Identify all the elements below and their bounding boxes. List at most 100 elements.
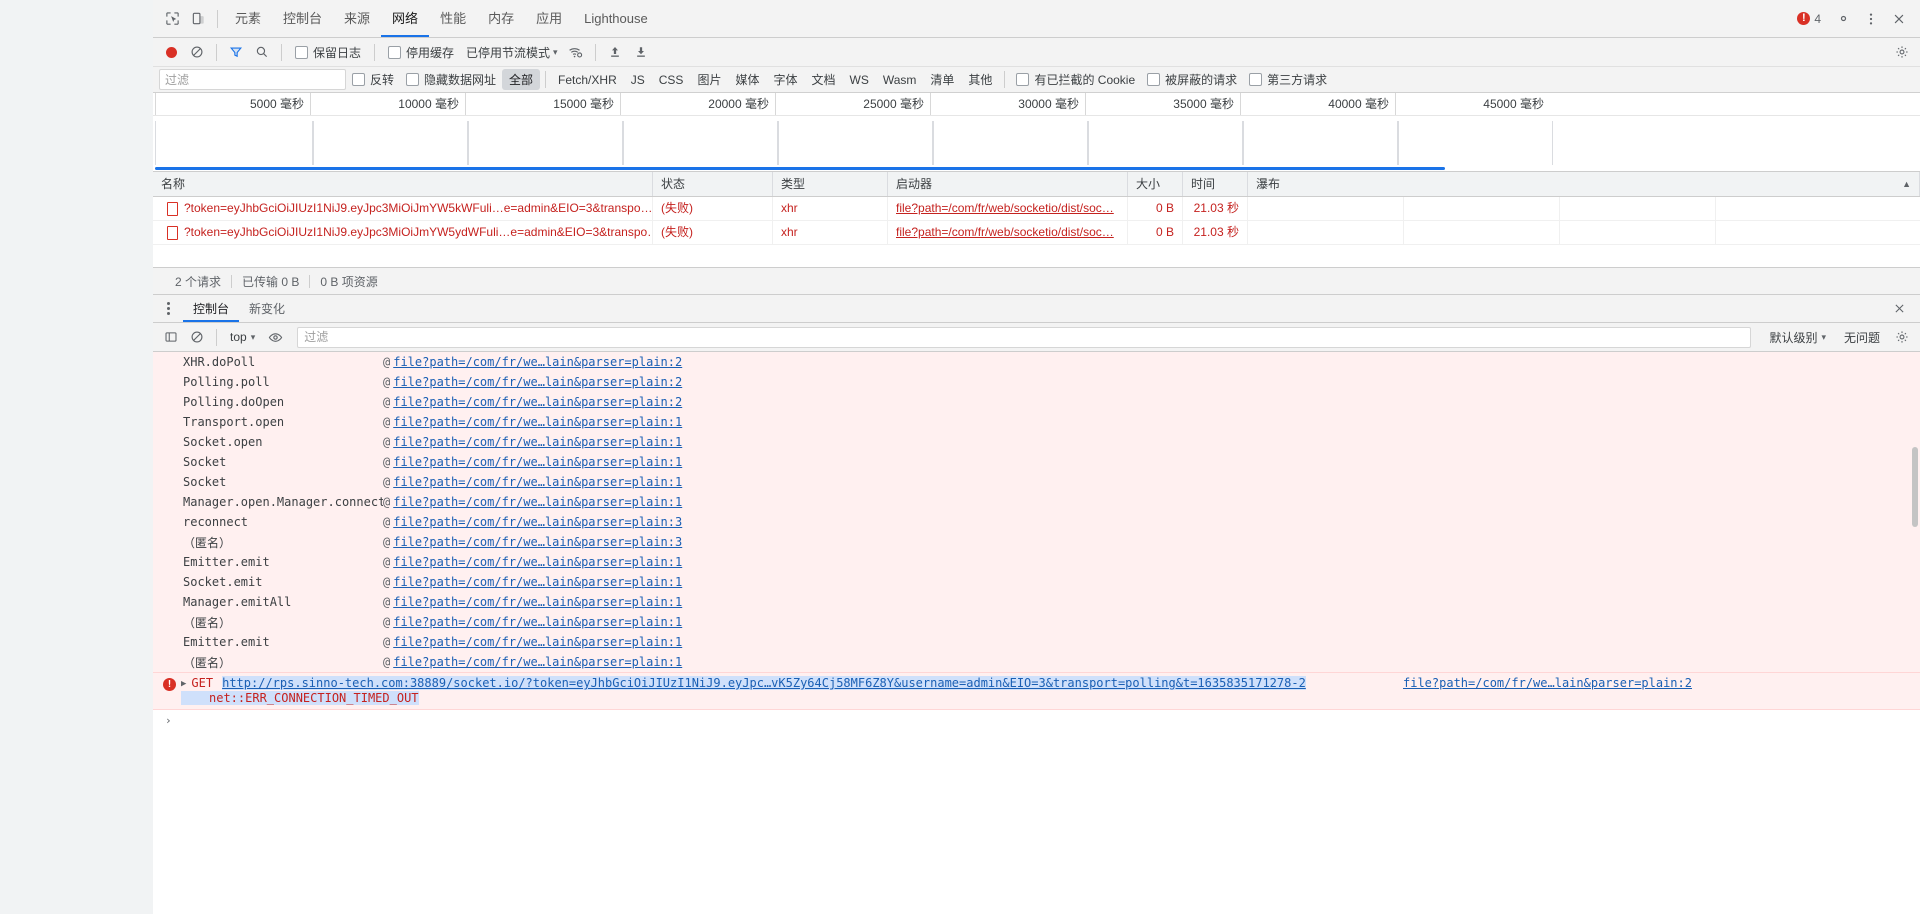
table-row[interactable]: ?token=eyJhbGciOiJIUzI1NiJ9.eyJpc3MiOiJm… xyxy=(153,221,1920,245)
console-level-select[interactable]: 默认级别 ▾ xyxy=(1761,327,1834,348)
cell-initiator[interactable]: file?path=/com/fr/web/socketio/dist/soc… xyxy=(888,221,1128,244)
drawer-tab-console[interactable]: 控制台 xyxy=(183,296,240,322)
console-sidebar-toggle-icon[interactable] xyxy=(159,326,183,348)
clear-button[interactable] xyxy=(185,41,209,63)
disable-cache-checkbox[interactable]: 停用缓存 xyxy=(382,44,460,61)
column-header-type[interactable]: 类型 xyxy=(773,172,888,196)
error-count-badge[interactable]: ! 4 xyxy=(1793,10,1828,28)
console-settings-gear-icon[interactable] xyxy=(1890,326,1914,348)
stack-frame-link[interactable]: file?path=/com/fr/we…lain&parser=plain:1 xyxy=(393,635,682,649)
filter-type-font[interactable]: 字体 xyxy=(766,69,804,90)
blocked-cookies-checkbox[interactable]: 有已拦截的 Cookie xyxy=(1010,71,1141,88)
stack-frame-link[interactable]: file?path=/com/fr/we…lain&parser=plain:1 xyxy=(393,595,682,609)
sort-ascending-icon: ▲ xyxy=(1902,179,1911,189)
tab-lighthouse[interactable]: Lighthouse xyxy=(573,1,659,37)
tab-sources[interactable]: 来源 xyxy=(333,1,381,37)
column-header-name[interactable]: 名称 xyxy=(153,172,653,196)
stack-frame-link[interactable]: file?path=/com/fr/we…lain&parser=plain:2 xyxy=(393,375,682,389)
stack-frame-link[interactable]: file?path=/com/fr/we…lain&parser=plain:1 xyxy=(393,575,682,589)
column-header-time[interactable]: 时间 xyxy=(1183,172,1248,196)
stack-frame-at: @ xyxy=(383,375,391,389)
tab-network[interactable]: 网络 xyxy=(381,1,430,37)
blocked-requests-checkbox[interactable]: 被屏蔽的请求 xyxy=(1141,71,1243,88)
tab-console[interactable]: 控制台 xyxy=(272,1,333,37)
tab-memory[interactable]: 内存 xyxy=(477,1,525,37)
console-filter-input[interactable] xyxy=(297,326,1752,348)
filter-toggle-button[interactable] xyxy=(224,41,248,63)
invert-checkbox[interactable]: 反转 xyxy=(346,71,400,88)
console-context-select[interactable]: top ▾ xyxy=(224,328,261,346)
stack-frame-link[interactable]: file?path=/com/fr/we…lain&parser=plain:1 xyxy=(393,455,682,469)
filter-type-js[interactable]: JS xyxy=(624,71,652,89)
overview-band[interactable] xyxy=(155,115,1920,171)
gear-icon[interactable] xyxy=(1830,6,1856,32)
console-message-list[interactable]: XHR.doPoll @ file?path=/com/fr/we…lain&p… xyxy=(153,352,1920,914)
stack-frame-link[interactable]: file?path=/com/fr/we…lain&parser=plain:1 xyxy=(393,655,682,669)
cell-type: xhr xyxy=(773,197,888,220)
stack-frame-link[interactable]: file?path=/com/fr/we…lain&parser=plain:2 xyxy=(393,395,682,409)
stack-frame-link[interactable]: file?path=/com/fr/we…lain&parser=plain:1 xyxy=(393,475,682,489)
hide-data-urls-checkbox[interactable]: 隐藏数据网址 xyxy=(400,71,502,88)
stack-frame-link[interactable]: file?path=/com/fr/we…lain&parser=plain:1 xyxy=(393,415,682,429)
search-icon[interactable] xyxy=(250,41,274,63)
network-settings-gear-icon[interactable] xyxy=(1890,41,1914,63)
console-clear-icon[interactable] xyxy=(185,326,209,348)
console-scrollbar-thumb[interactable] xyxy=(1912,447,1918,527)
device-toolbar-icon[interactable] xyxy=(185,6,211,32)
stack-frame-link[interactable]: file?path=/com/fr/we…lain&parser=plain:3 xyxy=(393,535,682,549)
console-scrollbar[interactable] xyxy=(1911,352,1919,914)
network-overview[interactable]: 5000 毫秒 10000 毫秒 15000 毫秒 20000 毫秒 25000… xyxy=(153,93,1920,172)
column-header-waterfall[interactable]: 瀑布 ▲ xyxy=(1248,172,1920,196)
cell-name[interactable]: ?token=eyJhbGciOiJIUzI1NiJ9.eyJpc3MiOiJm… xyxy=(153,221,653,244)
stack-frame-link[interactable]: file?path=/com/fr/we…lain&parser=plain:1 xyxy=(393,495,682,509)
column-header-size[interactable]: 大小 xyxy=(1128,172,1183,196)
console-prompt[interactable]: › xyxy=(153,710,1920,730)
preserve-log-checkbox[interactable]: 保留日志 xyxy=(289,44,367,61)
stack-frame-link[interactable]: file?path=/com/fr/we…lain&parser=plain:1 xyxy=(393,615,682,629)
filter-type-media[interactable]: 媒体 xyxy=(728,69,766,90)
stack-frame-link[interactable]: file?path=/com/fr/we…lain&parser=plain:1 xyxy=(393,435,682,449)
record-button[interactable] xyxy=(159,41,183,63)
error-url[interactable]: http://rps.sinno-tech.com:38889/socket.i… xyxy=(222,676,1306,690)
cell-name[interactable]: ?token=eyJhbGciOiJIUzI1NiJ9.eyJpc3MiOiJm… xyxy=(153,197,653,220)
third-party-checkbox[interactable]: 第三方请求 xyxy=(1243,71,1333,88)
stack-frame-link[interactable]: file?path=/com/fr/we…lain&parser=plain:2 xyxy=(393,355,682,369)
console-issues-button[interactable]: 无问题 xyxy=(1836,327,1888,348)
live-expression-eye-icon[interactable] xyxy=(263,326,287,348)
network-status-bar: 2 个请求 已传输 0 B 0 B 项资源 xyxy=(153,267,1920,295)
inspect-element-icon[interactable] xyxy=(159,6,185,32)
filter-type-fetch-xhr[interactable]: Fetch/XHR xyxy=(551,71,624,89)
filter-type-ws[interactable]: WS xyxy=(843,71,876,89)
stack-frame-link[interactable]: file?path=/com/fr/we…lain&parser=plain:3 xyxy=(393,515,682,529)
filter-type-manifest[interactable]: 清单 xyxy=(923,69,961,90)
more-options-icon[interactable] xyxy=(1858,6,1884,32)
drawer-more-tools-icon[interactable] xyxy=(159,299,177,319)
filter-type-img[interactable]: 图片 xyxy=(690,69,728,90)
tab-elements[interactable]: 元素 xyxy=(224,1,272,37)
table-row[interactable]: ?token=eyJhbGciOiJIUzI1NiJ9.eyJpc3MiOiJm… xyxy=(153,197,1920,221)
tab-application[interactable]: 应用 xyxy=(525,1,573,37)
filter-type-css[interactable]: CSS xyxy=(652,71,691,89)
stack-frame-link[interactable]: file?path=/com/fr/we…lain&parser=plain:1 xyxy=(393,555,682,569)
stack-frame-at: @ xyxy=(383,355,391,369)
network-conditions-icon[interactable] xyxy=(564,41,588,63)
throttling-select[interactable]: 已停用节流模式 ▾ xyxy=(462,44,562,61)
filter-type-doc[interactable]: 文档 xyxy=(804,69,842,90)
export-har-icon[interactable] xyxy=(629,41,653,63)
overview-scrollbar[interactable] xyxy=(155,167,1445,170)
filter-type-wasm[interactable]: Wasm xyxy=(876,71,924,89)
column-header-initiator[interactable]: 启动器 xyxy=(888,172,1128,196)
expand-arrow-icon[interactable]: ▶ xyxy=(181,679,186,689)
column-header-status[interactable]: 状态 xyxy=(653,172,773,196)
drawer-tab-whats-new[interactable]: 新变化 xyxy=(239,296,295,322)
tab-performance[interactable]: 性能 xyxy=(429,1,477,37)
filter-type-other[interactable]: 其他 xyxy=(961,69,999,90)
close-icon[interactable] xyxy=(1886,6,1912,32)
cell-initiator[interactable]: file?path=/com/fr/web/socketio/dist/soc… xyxy=(888,197,1128,220)
console-error-message[interactable]: ! ▶ GET http://rps.sinno-tech.com:38889/… xyxy=(153,672,1920,710)
filter-input[interactable] xyxy=(159,69,346,90)
import-har-icon[interactable] xyxy=(603,41,627,63)
drawer-close-icon[interactable] xyxy=(1885,302,1914,315)
filter-type-all[interactable]: 全部 xyxy=(502,69,541,90)
error-source-link[interactable]: file?path=/com/fr/we…lain&parser=plain:2 xyxy=(1403,676,1692,690)
